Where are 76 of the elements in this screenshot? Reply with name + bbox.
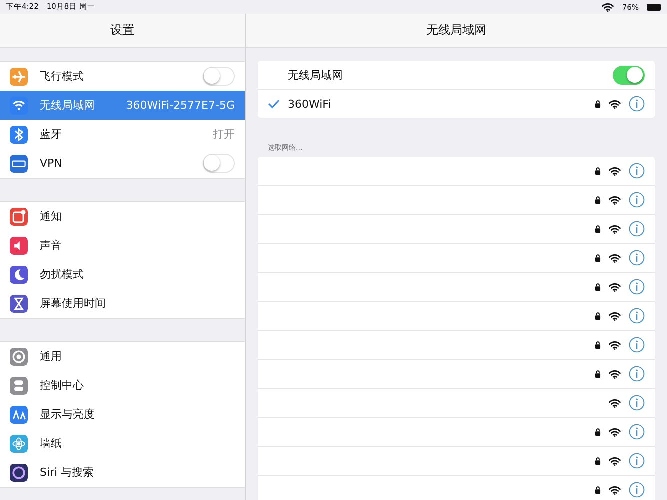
settings-label: 飞行模式 [40, 69, 85, 84]
lock-icon [595, 100, 601, 108]
settings-label: 通知 [40, 209, 63, 224]
info-icon[interactable] [629, 221, 645, 237]
settings-row[interactable]: 通知 [0, 202, 245, 231]
info-icon[interactable] [629, 424, 645, 440]
settings-row[interactable]: VPN [0, 149, 245, 178]
network-name[interactable]: 360WiFi [288, 98, 587, 110]
settings-label: 无线局域网 [40, 98, 96, 113]
settings-row[interactable]: 飞行模式 [0, 62, 245, 91]
wifi-icon [602, 2, 614, 12]
settings-label: 蓝牙 [40, 127, 63, 142]
wifi-icon [609, 100, 621, 108]
info-icon[interactable] [629, 250, 645, 266]
wifi-icon [609, 224, 621, 234]
lock-icon [595, 167, 601, 175]
info-icon[interactable] [629, 482, 645, 498]
settings-row[interactable]: 屏幕使用时间 [0, 289, 245, 318]
info-icon[interactable] [629, 453, 645, 469]
settings-value: 打开 [213, 127, 235, 142]
lock-icon [595, 370, 601, 378]
info-icon[interactable] [629, 163, 645, 179]
lock-icon [595, 225, 601, 233]
info-icon[interactable] [629, 366, 645, 382]
wifi-icon [609, 428, 621, 436]
info-icon[interactable] [629, 96, 645, 112]
toggle-switch[interactable] [613, 66, 645, 84]
info-icon[interactable] [629, 192, 645, 208]
settings-label: Siri 与搜索 [40, 465, 96, 480]
settings-label: 勿扰模式 [40, 267, 85, 282]
wifi-icon [609, 456, 621, 466]
lock-icon [595, 254, 601, 262]
wifi-icon [609, 254, 621, 262]
settings-row[interactable]: 声音 [0, 231, 245, 260]
settings-row[interactable]: Siri 与搜索 [0, 458, 245, 487]
settings-row[interactable]: 通用 [0, 342, 245, 371]
wifi-icon [609, 166, 621, 176]
wifi-icon [609, 340, 621, 350]
settings-row[interactable]: 无线局域网 360WiFi-2577E7-5G [0, 91, 245, 120]
settings-label: 通用 [40, 349, 63, 364]
settings-row[interactable]: 控制中心 [0, 371, 245, 400]
toggle-switch[interactable] [203, 67, 235, 86]
settings-row[interactable]: 蓝牙 打开 [0, 120, 245, 149]
settings-row[interactable]: 显示与亮度 [0, 400, 245, 429]
nav-title: 无线局域网 [426, 22, 486, 39]
info-icon[interactable] [629, 308, 645, 324]
lock-icon [595, 486, 601, 494]
settings-label: 墙纸 [40, 436, 63, 451]
settings-label: VPN [40, 157, 64, 170]
lock-icon [595, 312, 601, 320]
nav-title: 设置 [110, 22, 134, 39]
info-icon[interactable] [629, 337, 645, 353]
info-icon[interactable] [629, 395, 645, 411]
wifi-icon [609, 370, 621, 378]
wifi-icon [609, 282, 621, 292]
settings-value: 360WiFi-2577E7-5G [126, 99, 235, 112]
wifi-icon [609, 486, 621, 494]
settings-row[interactable]: 勿扰模式 [0, 260, 245, 289]
lock-icon [595, 283, 601, 291]
settings-label: 控制中心 [40, 378, 85, 393]
battery-icon [647, 4, 661, 10]
lock-icon [595, 428, 601, 436]
lock-icon [595, 457, 601, 465]
settings-label: 声音 [40, 238, 63, 253]
checkmark-icon [268, 99, 280, 109]
toggle-switch[interactable] [203, 154, 235, 173]
settings-label: 屏幕使用时间 [40, 296, 107, 311]
wifi-icon [609, 196, 621, 204]
wifi-icon [609, 398, 621, 408]
wifi-icon [609, 312, 621, 320]
lock-icon [595, 196, 601, 204]
settings-row[interactable]: 墙纸 [0, 429, 245, 458]
info-icon[interactable] [629, 279, 645, 295]
wifi-label: 无线局域网 [288, 68, 344, 82]
settings-label: 显示与亮度 [40, 407, 96, 422]
lock-icon [595, 341, 601, 349]
